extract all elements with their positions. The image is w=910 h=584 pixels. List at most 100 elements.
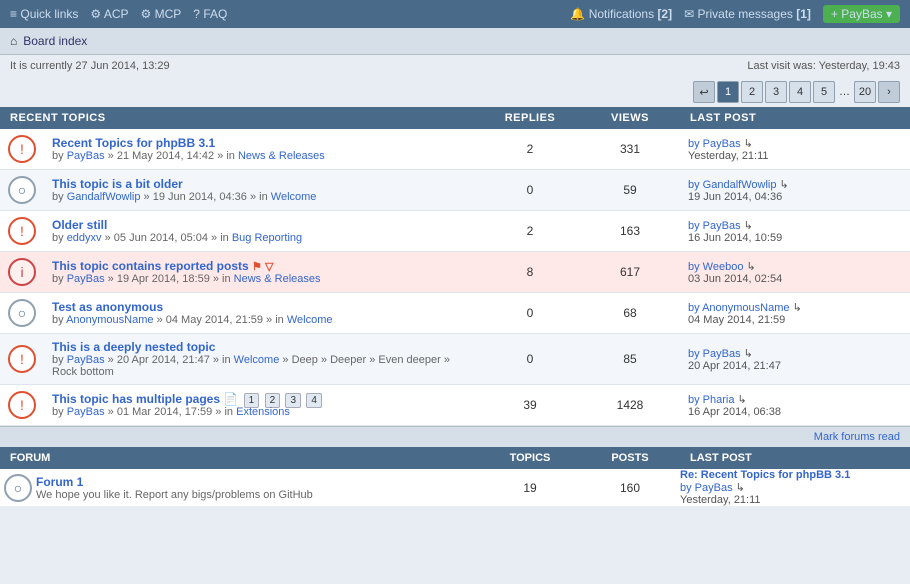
mark-forums-read-link[interactable]: Mark forums read [814, 431, 900, 443]
topic-author-link[interactable]: GandalfWowlip [67, 191, 141, 203]
topic-forum-link[interactable]: Welcome [234, 354, 280, 366]
lastpost-icon: ↳ [736, 482, 745, 494]
recent-topics-header: RECENT TOPICS REPLIES VIEWS LAST POST [0, 107, 910, 129]
table-row: ! Older still by eddyxv » 05 Jun 2014, 0… [0, 211, 910, 252]
menu-icon: ≡ [10, 7, 17, 21]
lastpost-cell: by PayBas ↳ Yesterday, 21:11 [680, 129, 910, 170]
replies-cell: 39 [480, 385, 580, 426]
topic-sub-info: by PayBas » 19 Apr 2014, 18:59 » in News… [52, 273, 472, 285]
page-mini-4[interactable]: 4 [306, 393, 322, 408]
topic-sub-info: by PayBas » 21 May 2014, 14:42 » in News… [52, 150, 472, 162]
topic-title-link[interactable]: This topic contains reported posts [52, 259, 249, 273]
lastpost-cell: by GandalfWowlip ↳ 19 Jun 2014, 04:36 [680, 170, 910, 211]
bell-icon: 🔔 [570, 7, 585, 21]
lastpost-icon: ↳ [744, 220, 753, 232]
views-cell: 617 [580, 252, 680, 293]
new-topic-icon: ! [8, 391, 36, 419]
topic-title-link[interactable]: This topic is a bit older [52, 177, 183, 191]
topic-forum-link[interactable]: Welcome [271, 191, 317, 203]
lastpost-author-link[interactable]: by GandalfWowlip [688, 179, 776, 191]
mark-forums-read-bar[interactable]: Mark forums read [0, 426, 910, 447]
page-4-button[interactable]: 4 [789, 81, 811, 103]
topic-title-link[interactable]: Older still [52, 218, 107, 232]
navbar-left: ≡ Quick links ⚙ ACP ⚙ MCP ? FAQ [10, 7, 227, 21]
acp-icon: ⚙ [90, 7, 101, 21]
last-visit: Last visit was: Yesterday, 19:43 [747, 60, 900, 72]
table-row: ○ Forum 1 We hope you like it. Report an… [0, 469, 910, 506]
lastpost-icon: ↳ [747, 261, 756, 273]
topic-author-link[interactable]: PayBas [67, 273, 105, 285]
board-index-link[interactable]: Board index [23, 34, 87, 48]
topic-forum-link[interactable]: News & Releases [234, 273, 321, 285]
topic-sub-info: by PayBas » 20 Apr 2014, 21:47 » in Welc… [52, 354, 472, 378]
user-menu[interactable]: + PayBas ▾ [823, 5, 900, 23]
lastpost-author-link[interactable]: by AnonymousName [688, 302, 790, 314]
topic-info-cell: Test as anonymous by AnonymousName » 04 … [44, 293, 480, 334]
topic-forum-link[interactable]: Extensions [236, 406, 290, 418]
topic-forum-link[interactable]: News & Releases [238, 150, 325, 162]
top-pagination: ↩ 1 2 3 4 5 … 20 › [0, 77, 910, 107]
envelope-icon: ✉ [684, 7, 694, 21]
normal-topic-icon: ○ [8, 299, 36, 327]
pm-link[interactable]: ✉ Private messages [1] [684, 7, 811, 21]
posts-count-cell: 160 [580, 469, 680, 506]
page-1-button[interactable]: 1 [717, 81, 739, 103]
topic-author-link[interactable]: PayBas [67, 354, 105, 366]
table-row: i This topic contains reported posts ⚑ ▽… [0, 252, 910, 293]
forums-table: ○ Forum 1 We hope you like it. Report an… [0, 469, 910, 506]
topic-forum-link[interactable]: Bug Reporting [232, 232, 302, 244]
mcp-link[interactable]: ⚙ MCP [141, 7, 182, 21]
views-cell: 163 [580, 211, 680, 252]
topic-icon-cell: ○ [0, 293, 44, 334]
topic-info-cell: This topic is a bit older by GandalfWowl… [44, 170, 480, 211]
lastpost-author-link[interactable]: by PayBas [688, 138, 741, 150]
lastpost-author-link[interactable]: by Pharia [688, 394, 734, 406]
normal-topic-icon: ○ [8, 176, 36, 204]
topic-author-link[interactable]: AnonymousName [66, 314, 153, 326]
prev-page-button[interactable]: ↩ [693, 81, 715, 103]
forum-section-header: FORUM TOPICS POSTS LAST POST [0, 447, 910, 469]
lastpost-icon: ↳ [793, 302, 802, 314]
topic-author-link[interactable]: eddyxv [67, 232, 102, 244]
table-row: ! This topic has multiple pages 📄 1 2 3 … [0, 385, 910, 426]
forum-lastpost-author-link[interactable]: by PayBas [680, 482, 733, 494]
topic-author-link[interactable]: PayBas [67, 150, 105, 162]
topic-author-link[interactable]: PayBas [67, 406, 105, 418]
replies-cell: 2 [480, 129, 580, 170]
views-cell: 331 [580, 129, 680, 170]
quick-links-menu[interactable]: ≡ Quick links [10, 7, 78, 21]
page-20-button[interactable]: 20 [854, 81, 876, 103]
forum-description: We hope you like it. Report any bigs/pro… [36, 489, 480, 501]
topic-title-link[interactable]: Test as anonymous [52, 300, 163, 314]
notifications-link[interactable]: 🔔 Notifications [2] [570, 7, 672, 21]
page-2-button[interactable]: 2 [741, 81, 763, 103]
lastpost-author-link[interactable]: by Weeboo [688, 261, 743, 273]
topic-forum-link[interactable]: Welcome [287, 314, 333, 326]
new-topic-icon: ! [8, 217, 36, 245]
lastpost-author-link[interactable]: by PayBas [688, 348, 741, 360]
warning-icon: ⚑ ▽ [252, 261, 273, 273]
views-cell: 1428 [580, 385, 680, 426]
forum-lastpost-title-link[interactable]: Re: Recent Topics for phpBB 3.1 [680, 469, 850, 481]
lastpost-icon: ↳ [744, 348, 753, 360]
multipage-icon: 📄 [223, 392, 238, 406]
lastpost-author-link[interactable]: by PayBas [688, 220, 741, 232]
acp-link[interactable]: ⚙ ACP [90, 7, 128, 21]
topics-table: ! Recent Topics for phpBB 3.1 by PayBas … [0, 129, 910, 426]
next-page-button[interactable]: › [878, 81, 900, 103]
lastpost-cell: by Weeboo ↳ 03 Jun 2014, 02:54 [680, 252, 910, 293]
table-row: ○ Test as anonymous by AnonymousName » 0… [0, 293, 910, 334]
breadcrumb: ⌂ Board index [0, 28, 910, 55]
page-3-button[interactable]: 3 [765, 81, 787, 103]
topic-title-link[interactable]: This topic has multiple pages [52, 392, 220, 406]
forum-title-link[interactable]: Forum 1 [36, 475, 83, 489]
faq-link[interactable]: ? FAQ [193, 7, 227, 21]
page-5-button[interactable]: 5 [813, 81, 835, 103]
topic-title-link[interactable]: This is a deeply nested topic [52, 340, 215, 354]
replies-cell: 8 [480, 252, 580, 293]
views-cell: 68 [580, 293, 680, 334]
pagination-dots: … [837, 86, 852, 98]
topic-icon-cell: ○ [0, 170, 44, 211]
lastpost-icon: ↳ [780, 179, 789, 191]
topic-title-link[interactable]: Recent Topics for phpBB 3.1 [52, 136, 215, 150]
